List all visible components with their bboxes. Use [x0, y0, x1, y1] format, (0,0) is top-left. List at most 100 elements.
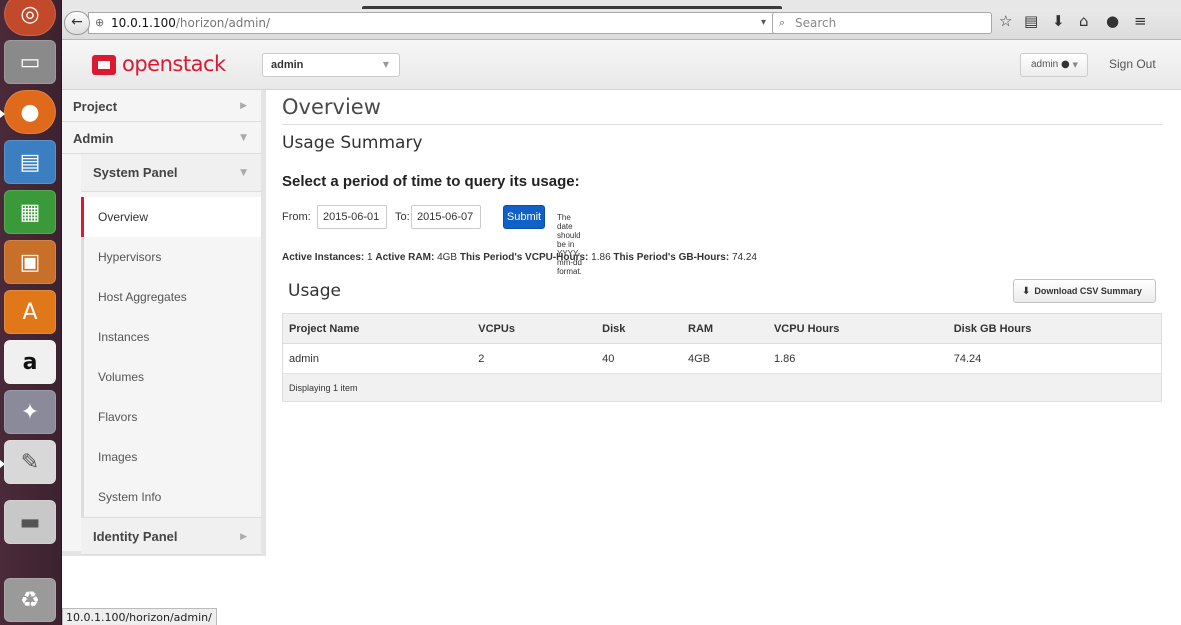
- sidebar-system-panel[interactable]: System Panel ▼: [81, 154, 261, 192]
- project-select[interactable]: admin ▼: [262, 53, 400, 77]
- sidebar-identity-panel[interactable]: Identity Panel ▶: [81, 517, 261, 555]
- table-footer-row: Displaying 1 item: [282, 373, 1162, 402]
- site-globe-icon: ⊕: [95, 16, 105, 29]
- home-icon[interactable]: ⌂: [1079, 12, 1089, 30]
- active-instances-value: 1: [367, 252, 373, 263]
- sidebar-item-host-aggregates[interactable]: Host Aggregates: [81, 277, 261, 317]
- usage-heading: Usage: [288, 281, 341, 301]
- url-host: 10.0.1.100: [111, 16, 176, 30]
- column-header-disk[interactable]: Disk: [596, 313, 683, 344]
- search-placeholder: Search: [795, 16, 837, 30]
- cell-disk-gb-hours: 74.24: [947, 343, 1162, 374]
- usage-stats: Active Instances: 1 Active RAM: 4GB This…: [282, 252, 757, 263]
- sidebar-item-flavors[interactable]: Flavors: [81, 397, 261, 437]
- download-icon: ⬇: [1022, 286, 1031, 297]
- sidebar-item-hypervisors[interactable]: Hypervisors: [81, 237, 261, 277]
- horizon-header: openstack admin ▼ admin ● ▼ Sign Out: [62, 40, 1181, 90]
- active-ram-value: 4GB: [437, 252, 458, 263]
- cell-vcpus: 2: [472, 343, 597, 374]
- table-footer-count: Displaying 1 item: [282, 373, 1162, 402]
- column-header-vcpu-hours[interactable]: VCPU Hours: [767, 313, 948, 344]
- bookmarks-menu-icon[interactable]: ▤: [1024, 12, 1038, 30]
- sidebar-project-label: Project: [73, 99, 118, 114]
- back-arrow-icon: ←: [71, 14, 83, 30]
- to-label: To:: [395, 211, 410, 223]
- hamburger-menu-icon[interactable]: ≡: [1134, 12, 1147, 30]
- gb-hours-label: This Period's GB-Hours:: [613, 252, 730, 263]
- from-date-input[interactable]: 2015-06-01: [317, 205, 387, 229]
- column-header-disk-gb-hours[interactable]: Disk GB Hours: [947, 313, 1162, 344]
- period-heading: Select a period of time to query its usa…: [282, 173, 580, 190]
- project-select-value: admin: [271, 59, 304, 71]
- sidebar-identity-panel-label: Identity Panel: [93, 529, 178, 544]
- usage-summary-heading: Usage Summary: [282, 133, 423, 153]
- vcpu-hours-value: 1.86: [591, 252, 611, 263]
- software-center-icon[interactable]: A: [4, 290, 56, 334]
- sidebar-item-overview[interactable]: Overview: [81, 197, 261, 237]
- system-settings-icon[interactable]: ✦: [4, 390, 56, 434]
- files-icon[interactable]: ▭: [4, 40, 56, 84]
- openstack-logo-icon: [92, 55, 116, 75]
- amazon-icon[interactable]: a: [4, 340, 56, 384]
- browser-toolbar: ⊕ 10.0.1.100/horizon/admin/ ▾ C ← ⌕ Sear…: [62, 0, 1181, 40]
- ubuntu-dash-icon[interactable]: ◎: [4, 0, 56, 36]
- sidebar-project[interactable]: Project ▶: [62, 90, 261, 122]
- openstack-logo-text[interactable]: openstack: [122, 52, 226, 76]
- user-menu-label: admin: [1031, 59, 1059, 70]
- active-instances-label: Active Instances:: [282, 252, 365, 263]
- active-tab-edge: [362, 6, 782, 9]
- usage-table: Project Name VCPUs Disk RAM VCPU Hours D…: [282, 313, 1162, 402]
- removable-drive-icon[interactable]: ▬: [4, 500, 56, 544]
- link-status-bar: 10.0.1.100/horizon/admin/: [62, 608, 217, 625]
- sidebar-item-volumes[interactable]: Volumes: [81, 357, 261, 397]
- column-header-project-name[interactable]: Project Name: [282, 313, 473, 344]
- download-csv-label: Download CSV Summary: [1034, 286, 1142, 296]
- libreoffice-calc-icon[interactable]: ▦: [4, 190, 56, 234]
- cell-disk: 40: [596, 343, 683, 374]
- cell-vcpu-hours: 1.86: [767, 343, 948, 374]
- chevron-down-icon: ▼: [240, 168, 247, 178]
- chat-icon[interactable]: ●: [1106, 12, 1119, 30]
- url-history-dropdown-icon[interactable]: ▾: [761, 17, 766, 28]
- column-header-vcpus[interactable]: VCPUs: [472, 313, 597, 344]
- sidebar: Project ▶ Admin ▼ System Panel ▼ Overvie…: [62, 90, 266, 556]
- libreoffice-impress-icon[interactable]: ▣: [4, 240, 56, 284]
- vcpu-hours-label: This Period's VCPU-Hours:: [459, 252, 589, 263]
- chevron-down-icon: ▼: [382, 60, 389, 69]
- sidebar-item-instances[interactable]: Instances: [81, 317, 261, 357]
- url-bar[interactable]: ⊕ 10.0.1.100/horizon/admin/ ▾ C: [88, 12, 794, 34]
- submit-button[interactable]: Submit: [503, 205, 545, 229]
- from-label: From:: [282, 211, 311, 223]
- active-app-indicator: [0, 110, 5, 118]
- chevron-right-icon: ▶: [240, 101, 247, 111]
- active-ram-label: Active RAM:: [375, 252, 435, 263]
- libreoffice-writer-icon[interactable]: ▤: [4, 140, 56, 184]
- bookmark-star-icon[interactable]: ☆: [999, 12, 1012, 30]
- sidebar-item-images[interactable]: Images: [81, 437, 261, 477]
- table-header-row: Project Name VCPUs Disk RAM VCPU Hours D…: [282, 313, 1162, 344]
- cell-ram: 4GB: [682, 343, 768, 374]
- chevron-down-icon: ▼: [1072, 61, 1078, 69]
- download-csv-button[interactable]: ⬇ Download CSV Summary: [1013, 279, 1156, 303]
- trash-icon[interactable]: ♻: [4, 578, 56, 622]
- back-button[interactable]: ←: [64, 11, 90, 35]
- main-content: Overview Usage Summary Select a period o…: [266, 90, 1181, 610]
- downloads-icon[interactable]: ⬇: [1052, 12, 1065, 30]
- user-menu-button[interactable]: admin ● ▼: [1020, 53, 1088, 77]
- sidebar-admin-label: Admin: [73, 131, 114, 146]
- sidebar-item-system-info[interactable]: System Info: [81, 477, 261, 517]
- column-header-ram[interactable]: RAM: [682, 313, 768, 344]
- sidebar-admin[interactable]: Admin ▼: [62, 122, 261, 154]
- search-icon: ⌕: [779, 16, 786, 29]
- to-date-input[interactable]: 2015-06-07: [411, 205, 481, 229]
- firefox-icon[interactable]: ●: [4, 90, 56, 134]
- chevron-down-icon: ▼: [240, 133, 247, 143]
- date-format-hint: The date should be in YYYY-mm-dd format.: [557, 213, 582, 276]
- sign-out-link[interactable]: Sign Out: [1109, 57, 1156, 71]
- cell-project-name: admin: [282, 343, 473, 374]
- text-editor-icon[interactable]: ✎: [4, 440, 56, 484]
- gb-hours-value: 74.24: [731, 252, 757, 263]
- search-bar[interactable]: ⌕ Search: [772, 12, 992, 34]
- page-title: Overview: [282, 95, 381, 119]
- user-icon: ●: [1061, 59, 1070, 70]
